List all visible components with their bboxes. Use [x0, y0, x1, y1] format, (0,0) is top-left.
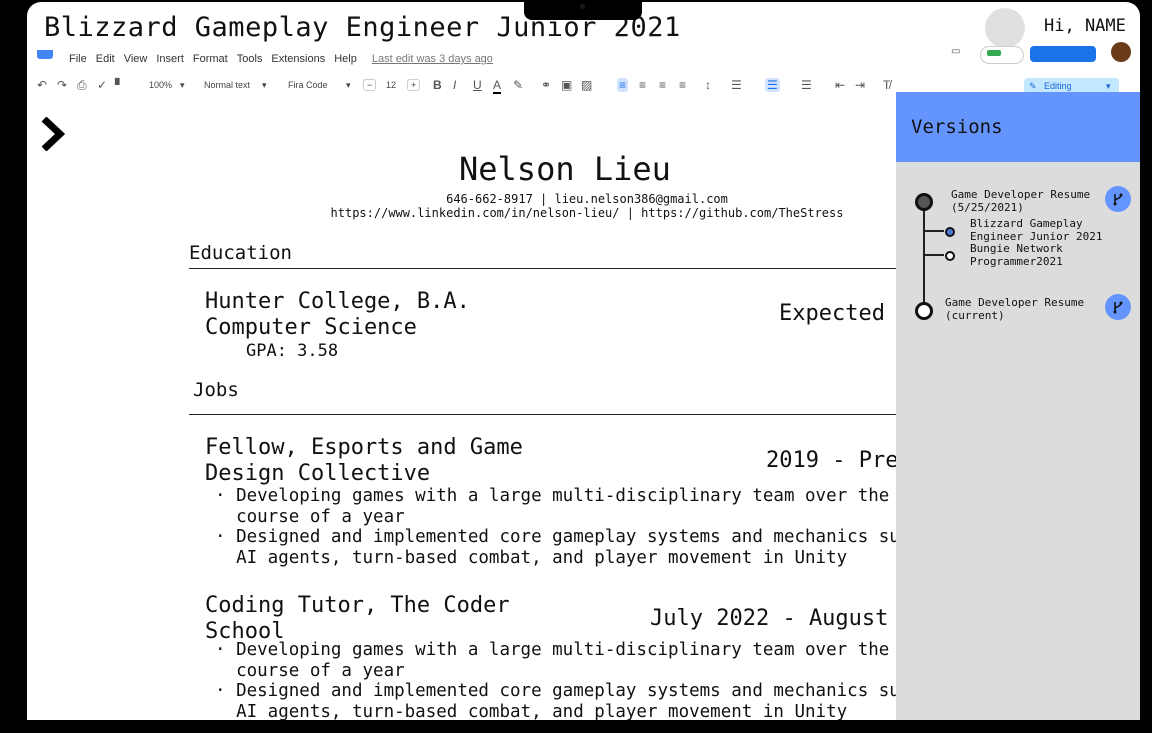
- versions-title: Versions: [911, 116, 1003, 138]
- divider: [189, 414, 896, 415]
- branch-icon: [1113, 193, 1123, 206]
- version-node[interactable]: [915, 302, 933, 320]
- job-title: Coding Tutor, The Coder School: [205, 593, 510, 644]
- job-bullet: · Developing games with a large multi-di…: [215, 640, 890, 681]
- version-label[interactable]: Game Developer Resume (current): [945, 296, 1084, 322]
- document-body: Nelson Lieu 646-662-8917 | lieu.nelson38…: [27, 2, 910, 720]
- resume-name: Nelson Lieu: [459, 150, 671, 188]
- jobs-heading: Jobs: [193, 379, 239, 401]
- education-title: Hunter College, B.A. Computer Science: [205, 289, 470, 340]
- version-label[interactable]: Blizzard Gameplay Engineer Junior 2021: [970, 217, 1102, 243]
- chevron-down-icon: ▾: [1106, 81, 1111, 91]
- comment-history-icon[interactable]: ▭: [951, 46, 960, 57]
- version-node[interactable]: [915, 193, 933, 211]
- chevron-right-icon[interactable]: [40, 117, 70, 151]
- job-bullet: · Designed and implemented core gameplay…: [215, 527, 911, 568]
- education-gpa: GPA: 3.58: [246, 341, 339, 361]
- job-title: Fellow, Esports and Game Design Collecti…: [205, 435, 523, 486]
- job-date: 2019 - Pre: [766, 448, 899, 473]
- version-branch-line: [924, 230, 944, 232]
- branch-button[interactable]: [1105, 186, 1131, 212]
- version-node[interactable]: [945, 227, 955, 237]
- job-date: July 2022 - August: [650, 606, 889, 631]
- share-button[interactable]: [1030, 46, 1096, 62]
- versions-panel: Versions Game Developer Resume (5/25/202…: [896, 92, 1140, 720]
- camera-notch: [524, 0, 642, 20]
- account-avatar[interactable]: [1111, 42, 1131, 62]
- version-branch-line: [924, 254, 944, 256]
- editing-mode-label: Editing: [1044, 81, 1072, 91]
- branch-button[interactable]: [1105, 294, 1131, 320]
- education-heading: Education: [189, 242, 292, 264]
- education-date: Expected: [779, 301, 885, 326]
- camera-icon: [580, 4, 585, 9]
- version-node[interactable]: [945, 251, 955, 261]
- branch-icon: [1113, 301, 1123, 314]
- version-label[interactable]: Bungie Network Programmer2021: [970, 242, 1063, 268]
- divider: [189, 268, 896, 269]
- version-label[interactable]: Game Developer Resume (5/25/2021): [951, 188, 1090, 214]
- version-tree-line: [923, 207, 925, 307]
- job-bullet: · Developing games with a large multi-di…: [215, 486, 890, 527]
- pencil-icon: ✎: [1029, 81, 1037, 91]
- user-greeting: Hi, NAME: [1044, 16, 1126, 36]
- job-bullet: · Designed and implemented core gameplay…: [215, 681, 911, 720]
- app-window: Blizzard Gameplay Engineer Junior 2021 H…: [27, 2, 1140, 720]
- meet-icon: [987, 50, 1001, 56]
- avatar[interactable]: [985, 8, 1025, 48]
- versions-header: Versions: [896, 92, 1140, 162]
